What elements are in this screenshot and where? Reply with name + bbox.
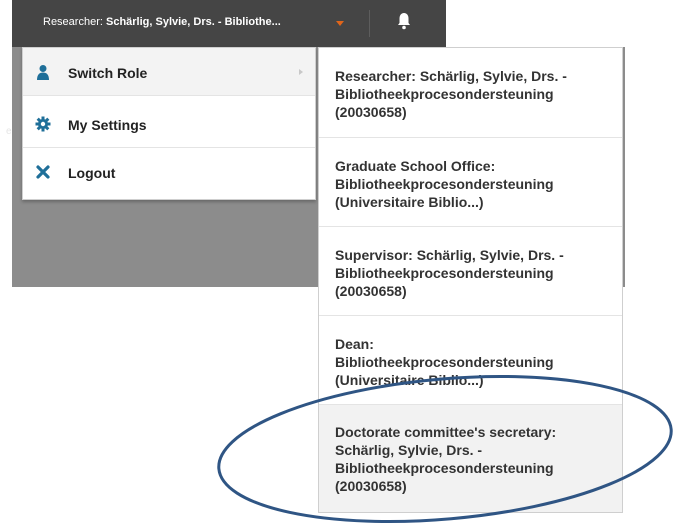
role-option-supervisor[interactable]: Supervisor: Schärlig, Sylvie, Drs. - Bib… <box>319 227 622 316</box>
chevron-right-icon <box>299 69 303 75</box>
role-option-dean[interactable]: Dean: Bibliotheekprocesondersteuning (Un… <box>319 316 622 405</box>
bell-icon[interactable] <box>396 12 412 30</box>
menu-item-label: Logout <box>68 165 116 181</box>
role-option-graduate-school-office[interactable]: Graduate School Office: Bibliotheekproce… <box>319 138 622 227</box>
menu-item-logout[interactable]: Logout <box>23 148 315 196</box>
role-option-label: Graduate School Office: Bibliotheekproce… <box>335 158 554 210</box>
top-navigation-bar: Researcher: Schärlig, Sylvie, Drs. - Bib… <box>12 0 446 47</box>
user-menu: Switch Role My Settings Logout <box>22 47 316 200</box>
divider <box>369 10 370 37</box>
user-name: Schärlig, Sylvie, Drs. - Bibliothe... <box>105 16 281 28</box>
role-option-doctorate-committee-secretary[interactable]: Doctorate committee's secretary: Schärli… <box>319 405 622 512</box>
background-text-fragment: e <box>6 126 12 137</box>
role-option-researcher[interactable]: Researcher: Schärlig, Sylvie, Drs. - Bib… <box>319 48 622 138</box>
menu-item-my-settings[interactable]: My Settings <box>23 100 315 148</box>
user-icon <box>37 65 49 80</box>
menu-item-label: My Settings <box>68 117 147 133</box>
menu-item-switch-role[interactable]: Switch Role <box>23 48 315 96</box>
menu-item-label: Switch Role <box>68 65 148 81</box>
role-option-label: Doctorate committee's secretary: Schärli… <box>335 424 557 494</box>
role-option-label: Dean: Bibliotheekprocesondersteuning (Un… <box>335 336 554 388</box>
role-option-label: Supervisor: Schärlig, Sylvie, Drs. - Bib… <box>335 247 564 299</box>
chevron-down-icon[interactable] <box>336 21 344 26</box>
user-role-dropdown[interactable]: Researcher: Schärlig, Sylvie, Drs. - Bib… <box>43 16 281 28</box>
role-prefix: Researcher: <box>43 16 103 28</box>
role-option-label: Researcher: Schärlig, Sylvie, Drs. - Bib… <box>335 68 567 120</box>
gear-icon <box>35 116 51 132</box>
switch-role-submenu: Researcher: Schärlig, Sylvie, Drs. - Bib… <box>318 47 623 513</box>
close-icon <box>36 165 50 179</box>
